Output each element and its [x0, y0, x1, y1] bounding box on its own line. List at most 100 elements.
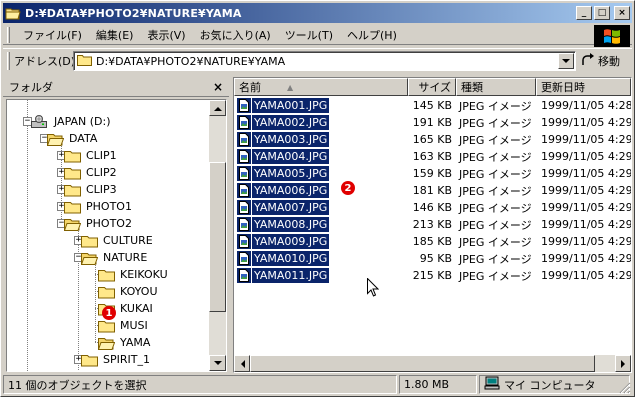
file-date: 1999/11/05 4:29 [541, 167, 631, 180]
status-total-size: 1.80 MB [399, 375, 477, 394]
tree-item-label: CLIP3 [86, 183, 117, 196]
file-type: JPEG イメージ [459, 218, 532, 232]
tree-item-label: MUSI [120, 319, 148, 332]
table-row[interactable]: YAMA007.JPG 146 KB JPEG イメージ 1999/11/05 4:2… [234, 199, 631, 216]
menu-tools[interactable]: ツール(T) [278, 27, 340, 43]
tree-item-photo2[interactable]: PHOTO2 [64, 215, 134, 232]
table-row[interactable]: YAMA002.JPG 191 KB JPEG イメージ 1999/11/05 4:2… [234, 114, 631, 131]
scroll-up-button[interactable] [209, 100, 226, 116]
table-row[interactable]: YAMA004.JPG 163 KB JPEG イメージ 1999/11/05 4:2… [234, 148, 631, 165]
file-type: JPEG イメージ [459, 184, 532, 198]
address-label: アドレス(D) [14, 54, 76, 68]
table-row[interactable]: YAMA006.JPG 181 KB JPEG イメージ 1999/11/05 4:2… [234, 182, 631, 199]
tree-item-koyou[interactable]: KOYOU [98, 283, 160, 300]
tree-item-culture[interactable]: CULTURE [81, 232, 155, 249]
file-date: 1999/11/05 4:29 [541, 269, 631, 282]
tree-item-keikoku[interactable]: KEIKOKU [98, 266, 170, 283]
status-selection: 11 個のオブジェクトを選択 [3, 375, 397, 394]
status-location: マイ コンピュータ [479, 375, 630, 394]
tree-item-label: PHOTO2 [86, 217, 132, 230]
file-date: 1999/11/05 4:29 [541, 133, 631, 146]
windows-logo-icon [594, 25, 630, 47]
tree-item-spirit-2[interactable]: SPIRIT_2 [81, 368, 152, 371]
tree-item-photo1[interactable]: PHOTO1 [64, 198, 134, 215]
tree-item-label: YAMA [120, 336, 151, 349]
close-button[interactable]: × [614, 6, 630, 20]
table-row[interactable]: YAMA011.JPG 215 KB JPEG イメージ 1999/11/05 4:2… [234, 267, 631, 284]
toolbar-grip[interactable] [7, 26, 10, 43]
table-row[interactable]: YAMA009.JPG 185 KB JPEG イメージ 1999/11/05 4:2… [234, 233, 631, 250]
jpeg-file-icon [237, 183, 251, 198]
go-button[interactable]: 移動 [581, 51, 631, 71]
file-size: 95 KB [419, 252, 452, 265]
horizontal-scroll-thumb[interactable] [250, 355, 595, 372]
scroll-right-button[interactable] [615, 355, 631, 372]
file-name-cell: YAMA004.JPG [234, 149, 408, 164]
column-header-size[interactable]: サイズ [408, 78, 456, 96]
menu-view[interactable]: 表示(V) [140, 27, 192, 43]
file-type: JPEG イメージ [459, 133, 532, 147]
sort-ascending-icon: ▲ [287, 82, 294, 92]
file-date: 1999/11/05 4:29 [541, 252, 631, 265]
maximize-button[interactable]: □ [594, 6, 610, 20]
tree-item-data[interactable]: DATA [47, 130, 99, 147]
file-type: JPEG イメージ [459, 150, 532, 164]
tree-item-label: NATURE [103, 251, 148, 264]
file-name: YAMA002.JPG [252, 115, 330, 130]
menu-help[interactable]: ヘルプ(H) [340, 27, 404, 43]
file-date: 1999/11/05 4:29 [541, 218, 631, 231]
tree-item-yama[interactable]: YAMA [98, 334, 152, 351]
menu-favorites[interactable]: お気に入り(A) [193, 27, 278, 43]
tree-item-clip1[interactable]: CLIP1 [64, 147, 119, 164]
file-name: YAMA004.JPG [252, 149, 330, 164]
menu-edit[interactable]: 編集(E) [89, 27, 141, 43]
table-row[interactable]: YAMA010.JPG 95 KB JPEG イメージ 1999/11/05 4:29 [234, 250, 631, 267]
scroll-thumb[interactable] [209, 162, 226, 312]
scroll-left-button[interactable] [234, 355, 250, 372]
table-row[interactable]: YAMA003.JPG 165 KB JPEG イメージ 1999/11/05 4:2… [234, 131, 631, 148]
file-size: 146 KB [412, 201, 452, 214]
minimize-button[interactable]: _ [576, 6, 592, 20]
tree-item-clip3[interactable]: CLIP3 [64, 181, 119, 198]
chevron-down-icon [213, 360, 222, 365]
menu-bar: ファイル(F) 編集(E) 表示(V) お気に入り(A) ツール(T) ヘルプ(… [3, 25, 632, 47]
column-header-date[interactable]: 更新日時 [536, 78, 631, 96]
close-icon[interactable]: × [213, 80, 223, 94]
file-date: 1999/11/05 4:29 [541, 201, 631, 214]
tree-item-japan-d[interactable]: JAPAN (D:) [31, 113, 113, 130]
file-size: 185 KB [412, 235, 452, 248]
jpeg-file-icon [237, 149, 251, 164]
column-header-type[interactable]: 種類 [456, 78, 536, 96]
address-input[interactable]: D:¥DATA¥PHOTO2¥NATURE¥YAMA [73, 51, 576, 71]
toolbar-grip[interactable] [7, 51, 10, 70]
folder-icon [98, 285, 115, 299]
column-header-name[interactable]: 名前 ▲ [234, 78, 408, 96]
menu-file[interactable]: ファイル(F) [16, 27, 89, 43]
drive-icon [31, 114, 49, 129]
tree-item-label: KUKAI [120, 302, 153, 315]
file-name: YAMA010.JPG [252, 251, 330, 266]
tree-item-label: SPIRIT_2 [101, 370, 152, 371]
scroll-down-button[interactable] [209, 355, 226, 371]
file-name: YAMA003.JPG [252, 132, 330, 147]
tree-item-nature[interactable]: NATURE [81, 249, 149, 266]
tree-item-clip2[interactable]: CLIP2 [64, 164, 119, 181]
table-row[interactable]: YAMA005.JPG 159 KB JPEG イメージ 1999/11/05 4:2… [234, 165, 631, 182]
resize-grip-icon[interactable] [619, 382, 631, 394]
tree-item-spirit-1[interactable]: SPIRIT_1 [81, 351, 152, 368]
table-row[interactable]: YAMA008.JPG 213 KB JPEG イメージ 1999/11/05 4:2… [234, 216, 631, 233]
horizontal-scrollbar[interactable] [234, 355, 631, 372]
title-bar[interactable]: D:¥DATA¥PHOTO2¥NATURE¥YAMA _ □ × [3, 3, 632, 23]
address-dropdown-button[interactable] [558, 53, 574, 69]
tree-vertical-scrollbar[interactable] [209, 100, 226, 371]
folder-tree[interactable]: − JAPAN (D:) − DATA + CLIP1 + CLIP2 + CLIP3 + PHOTO… [6, 99, 227, 372]
file-size: 181 KB [412, 184, 452, 197]
table-row[interactable]: YAMA001.JPG 145 KB JPEG イメージ 1999/11/05 4:2… [234, 97, 631, 114]
jpeg-file-icon [237, 200, 251, 215]
file-list-pane[interactable]: 名前 ▲ サイズ 種類 更新日時 YAMA001.JPG 145 KB JPEG イ… [233, 77, 632, 373]
file-date: 1999/11/05 4:29 [541, 235, 631, 248]
folder-open-icon [81, 251, 98, 265]
file-type: JPEG イメージ [459, 269, 532, 283]
jpeg-file-icon [237, 217, 251, 232]
tree-item-label: JAPAN (D:) [54, 115, 111, 128]
